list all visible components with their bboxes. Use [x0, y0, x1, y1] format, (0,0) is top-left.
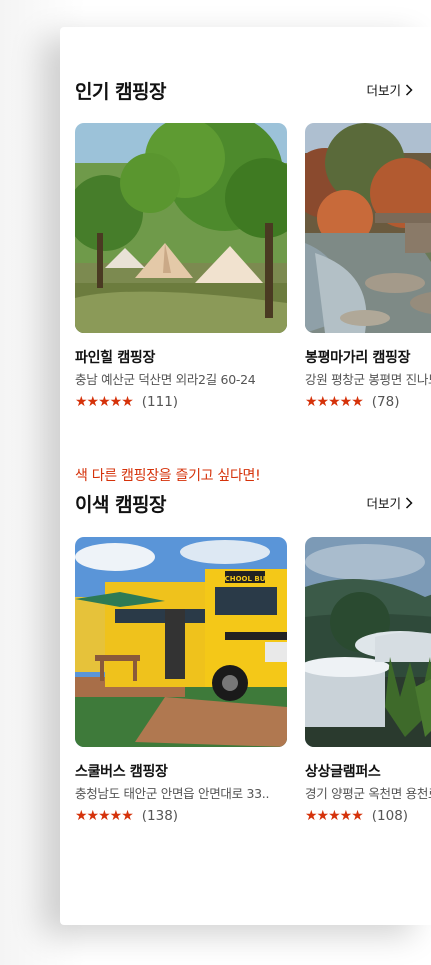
unique-campsites-section: 색 다른 캠핑장을 즐기고 싶다면! 이색 캠핑장 더보기 SCHOOL BUS… — [60, 457, 431, 877]
campsite-card[interactable]: 봉평마가리 캠핑장 강원 평창군 봉평면 진나드리길 ★★★★★ (78) — [305, 123, 431, 410]
review-count: (111) — [141, 394, 179, 410]
campsite-address: 충남 예산군 덕산면 외라2길 60-24 — [75, 372, 256, 387]
star-rating-icon: ★★★★★ — [305, 808, 364, 824]
campsite-card[interactable]: SCHOOL BUS 스쿨버스 캠핑장 충청남도 태안군 안면읍 안면대로 33… — [75, 537, 287, 824]
campsite-rating: ★★★★★ (111) — [75, 394, 178, 410]
review-count: (138) — [141, 808, 179, 824]
section-title: 이색 캠핑장 — [75, 494, 167, 516]
campsite-photo — [305, 123, 431, 333]
review-count: (108) — [371, 808, 409, 824]
more-link[interactable]: 더보기 — [366, 493, 413, 512]
star-rating-icon: ★★★★★ — [75, 808, 134, 824]
campsite-address: 강원 평창군 봉평면 진나드리길 — [305, 372, 431, 387]
campsite-name: 스쿨버스 캠핑장 — [75, 764, 168, 780]
campsite-photo — [75, 123, 287, 333]
campsite-name: 봉평마가리 캠핑장 — [305, 350, 411, 366]
campsite-card[interactable]: 파인힐 캠핑장 충남 예산군 덕산면 외라2길 60-24 ★★★★★ (111… — [75, 123, 287, 410]
card-carousel[interactable]: 파인힐 캠핑장 충남 예산군 덕산면 외라2길 60-24 ★★★★★ (111… — [75, 123, 431, 423]
campsite-address: 충청남도 태안군 안면읍 안면대로 33.. — [75, 786, 270, 801]
card-carousel[interactable]: SCHOOL BUS 스쿨버스 캠핑장 충청남도 태안군 안면읍 안면대로 33… — [75, 537, 431, 837]
section-title: 인기 캠핑장 — [75, 81, 167, 103]
chevron-right-icon — [405, 83, 413, 96]
campsite-photo: SCHOOL BUS — [75, 537, 287, 747]
campsite-name: 파인힐 캠핑장 — [75, 350, 156, 366]
more-label: 더보기 — [366, 83, 401, 98]
more-label: 더보기 — [366, 496, 401, 511]
star-rating-icon: ★★★★★ — [305, 394, 364, 410]
review-count: (78) — [371, 394, 400, 410]
campsite-address: 경기 양평군 옥천면 용천로 — [305, 786, 431, 801]
campsite-name: 상상글램퍼스 — [305, 764, 381, 780]
campsite-rating: ★★★★★ (138) — [75, 808, 178, 824]
app-screen: 인기 캠핑장 더보기 파인힐 캠핑장 충남 예산군 덕산면 외라2길 60-24… — [60, 27, 431, 925]
campsite-photo — [305, 537, 431, 747]
chevron-right-icon — [405, 496, 413, 509]
campsite-card[interactable]: 상상글램퍼스 경기 양평군 옥천면 용천로 ★★★★★ (108) — [305, 537, 431, 824]
bus-sign-label: SCHOOL BUS — [220, 575, 271, 583]
section-subtitle: 색 다른 캠핑장을 즐기고 싶다면! — [75, 468, 261, 484]
popular-campsites-section: 인기 캠핑장 더보기 파인힐 캠핑장 충남 예산군 덕산면 외라2길 60-24… — [60, 27, 431, 427]
more-link[interactable]: 더보기 — [366, 80, 413, 99]
campsite-rating: ★★★★★ (78) — [305, 394, 399, 410]
campsite-rating: ★★★★★ (108) — [305, 808, 408, 824]
star-rating-icon: ★★★★★ — [75, 394, 134, 410]
